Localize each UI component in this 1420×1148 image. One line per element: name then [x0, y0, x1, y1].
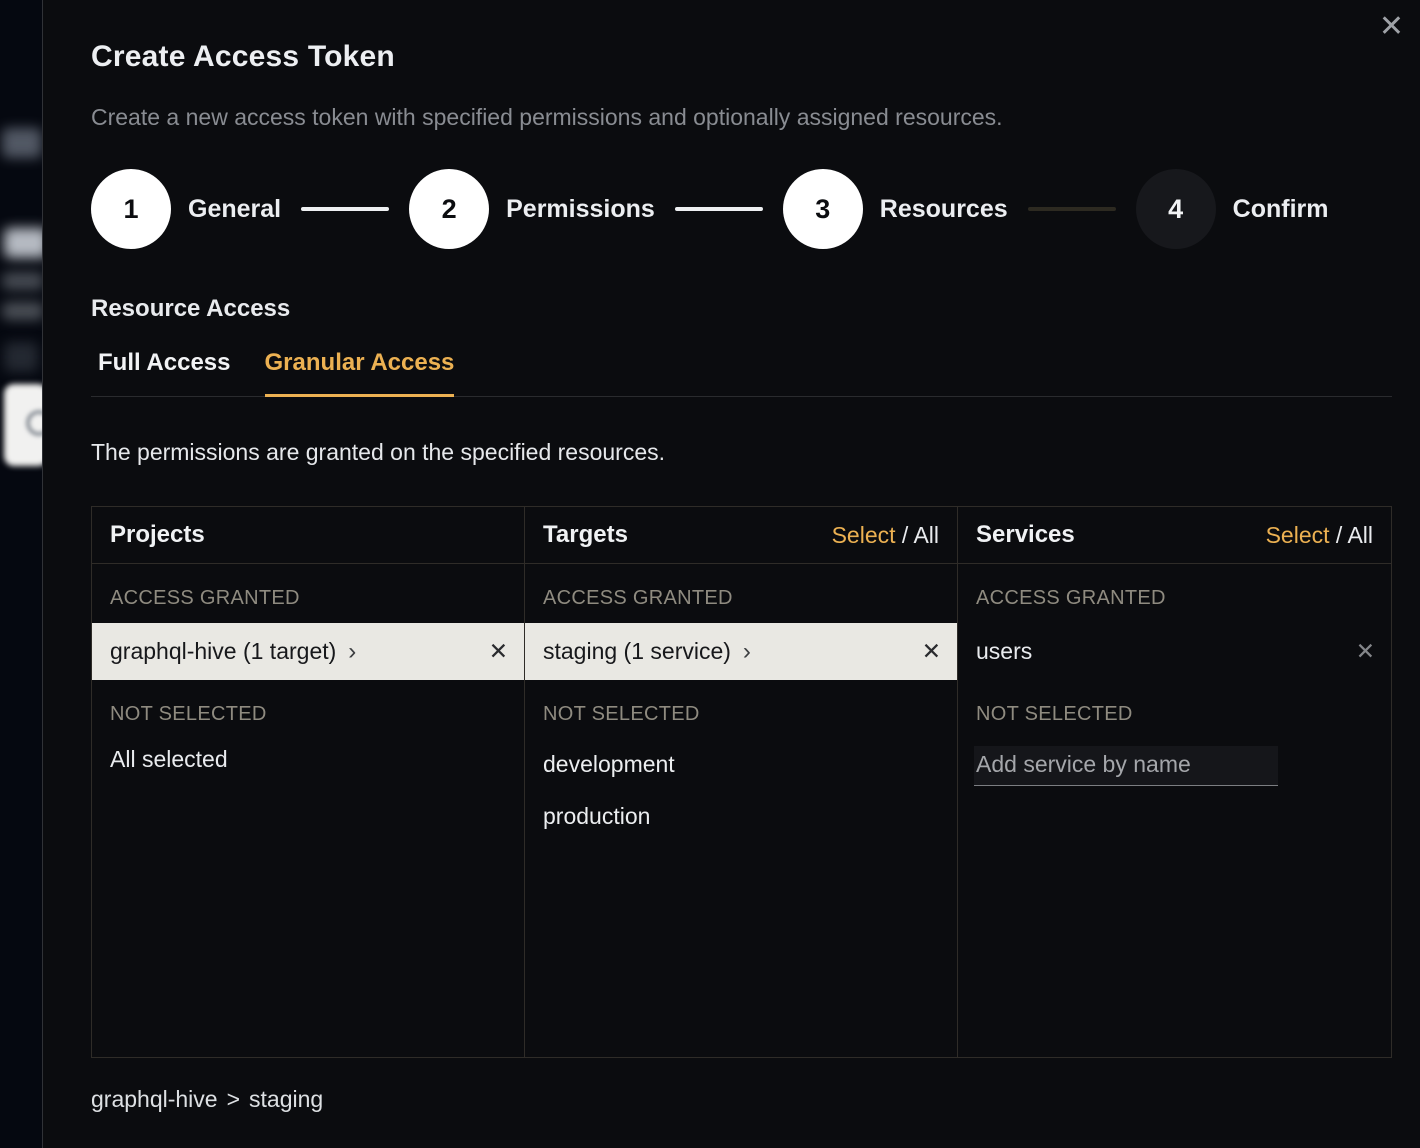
- services-select-link[interactable]: Select: [1266, 522, 1330, 548]
- step-number-circle: 2: [409, 169, 489, 249]
- project-row-graphql-hive[interactable]: graphql-hive (1 target) › ✕: [92, 623, 524, 680]
- background-blur-shape: [2, 272, 42, 290]
- breadcrumb-separator: >: [227, 1086, 240, 1113]
- step-number-circle: 4: [1136, 169, 1216, 249]
- services-select-divider: /: [1330, 522, 1348, 548]
- chevron-right-icon: ›: [348, 640, 356, 664]
- remove-service-icon[interactable]: ✕: [1356, 638, 1375, 665]
- projects-column-title: Projects: [110, 521, 205, 549]
- step-confirm[interactable]: 4 Confirm: [1136, 169, 1329, 249]
- projects-all-selected-note: All selected: [92, 746, 524, 773]
- projects-column: Projects ACCESS GRANTED graphql-hive (1 …: [92, 507, 525, 1057]
- remove-target-icon[interactable]: ✕: [922, 638, 941, 665]
- step-connector: [301, 207, 389, 211]
- target-option-production[interactable]: production: [525, 803, 957, 830]
- step-number-circle: 1: [91, 169, 171, 249]
- services-all-link[interactable]: All: [1347, 522, 1373, 548]
- services-select-all: Select / All: [1266, 522, 1373, 549]
- breadcrumb-project: graphql-hive: [91, 1086, 218, 1113]
- targets-access-granted-label: ACCESS GRANTED: [525, 587, 957, 610]
- step-general[interactable]: 1 General: [91, 169, 281, 249]
- background-blur-shape: [2, 302, 42, 320]
- services-column: Services Select / All ACCESS GRANTED use…: [958, 507, 1391, 1057]
- services-column-header: Services Select / All: [958, 507, 1391, 564]
- background-blur-shape: [4, 342, 38, 372]
- background-blur-shape: [4, 228, 42, 258]
- projects-column-header: Projects: [92, 507, 524, 564]
- create-access-token-dialog: ✕ Create Access Token Create a new acces…: [42, 0, 1420, 1148]
- screen: ✕ Create Access Token Create a new acces…: [0, 0, 1420, 1148]
- services-not-selected-label: NOT SELECTED: [958, 703, 1391, 726]
- target-option-development[interactable]: development: [525, 751, 957, 778]
- service-name: users: [976, 638, 1032, 665]
- step-label: General: [188, 195, 281, 224]
- granular-access-description: The permissions are granted on the speci…: [91, 439, 1392, 466]
- service-row-users[interactable]: users ✕: [958, 623, 1391, 680]
- projects-access-granted-label: ACCESS GRANTED: [92, 587, 524, 610]
- targets-not-selected-label: NOT SELECTED: [525, 703, 957, 726]
- projects-not-selected-label: NOT SELECTED: [92, 703, 524, 726]
- remove-project-icon[interactable]: ✕: [489, 638, 508, 665]
- dialog-title: Create Access Token: [91, 40, 1392, 74]
- tab-full-access[interactable]: Full Access: [98, 349, 231, 397]
- target-row-staging[interactable]: staging (1 service) › ✕: [525, 623, 957, 680]
- targets-column: Targets Select / All ACCESS GRANTED stag…: [525, 507, 958, 1057]
- targets-column-title: Targets: [543, 521, 628, 549]
- breadcrumb-target: staging: [249, 1086, 323, 1113]
- close-icon[interactable]: ✕: [1379, 12, 1404, 42]
- targets-all-link[interactable]: All: [913, 522, 939, 548]
- target-name: staging (1 service): [543, 638, 731, 665]
- step-permissions[interactable]: 2 Permissions: [409, 169, 655, 249]
- dialog-subtitle: Create a new access token with specified…: [91, 104, 1392, 131]
- step-label: Resources: [880, 195, 1008, 224]
- step-resources[interactable]: 3 Resources: [783, 169, 1008, 249]
- step-number-circle: 3: [783, 169, 863, 249]
- resource-selection-table: Projects ACCESS GRANTED graphql-hive (1 …: [91, 506, 1392, 1058]
- resource-access-heading: Resource Access: [91, 295, 1392, 323]
- step-label: Permissions: [506, 195, 655, 224]
- breadcrumb: graphql-hive > staging: [91, 1086, 1392, 1113]
- targets-column-header: Targets Select / All: [525, 507, 957, 564]
- step-connector: [1028, 207, 1116, 211]
- background-blur-shape: [2, 128, 42, 158]
- targets-select-divider: /: [896, 522, 914, 548]
- stepper: 1 General 2 Permissions 3 Resources 4 Co…: [91, 169, 1392, 249]
- chevron-right-icon: ›: [743, 640, 751, 664]
- tab-granular-access[interactable]: Granular Access: [265, 349, 455, 397]
- services-access-granted-label: ACCESS GRANTED: [958, 587, 1391, 610]
- add-service-input[interactable]: [974, 746, 1278, 786]
- resource-access-tabs: Full Access Granular Access: [91, 349, 1392, 397]
- background-page: [0, 0, 42, 1148]
- services-column-title: Services: [976, 521, 1075, 549]
- step-connector: [675, 207, 763, 211]
- targets-select-link[interactable]: Select: [832, 522, 896, 548]
- project-name: graphql-hive (1 target): [110, 638, 336, 665]
- step-label: Confirm: [1233, 195, 1329, 224]
- targets-select-all: Select / All: [832, 522, 939, 549]
